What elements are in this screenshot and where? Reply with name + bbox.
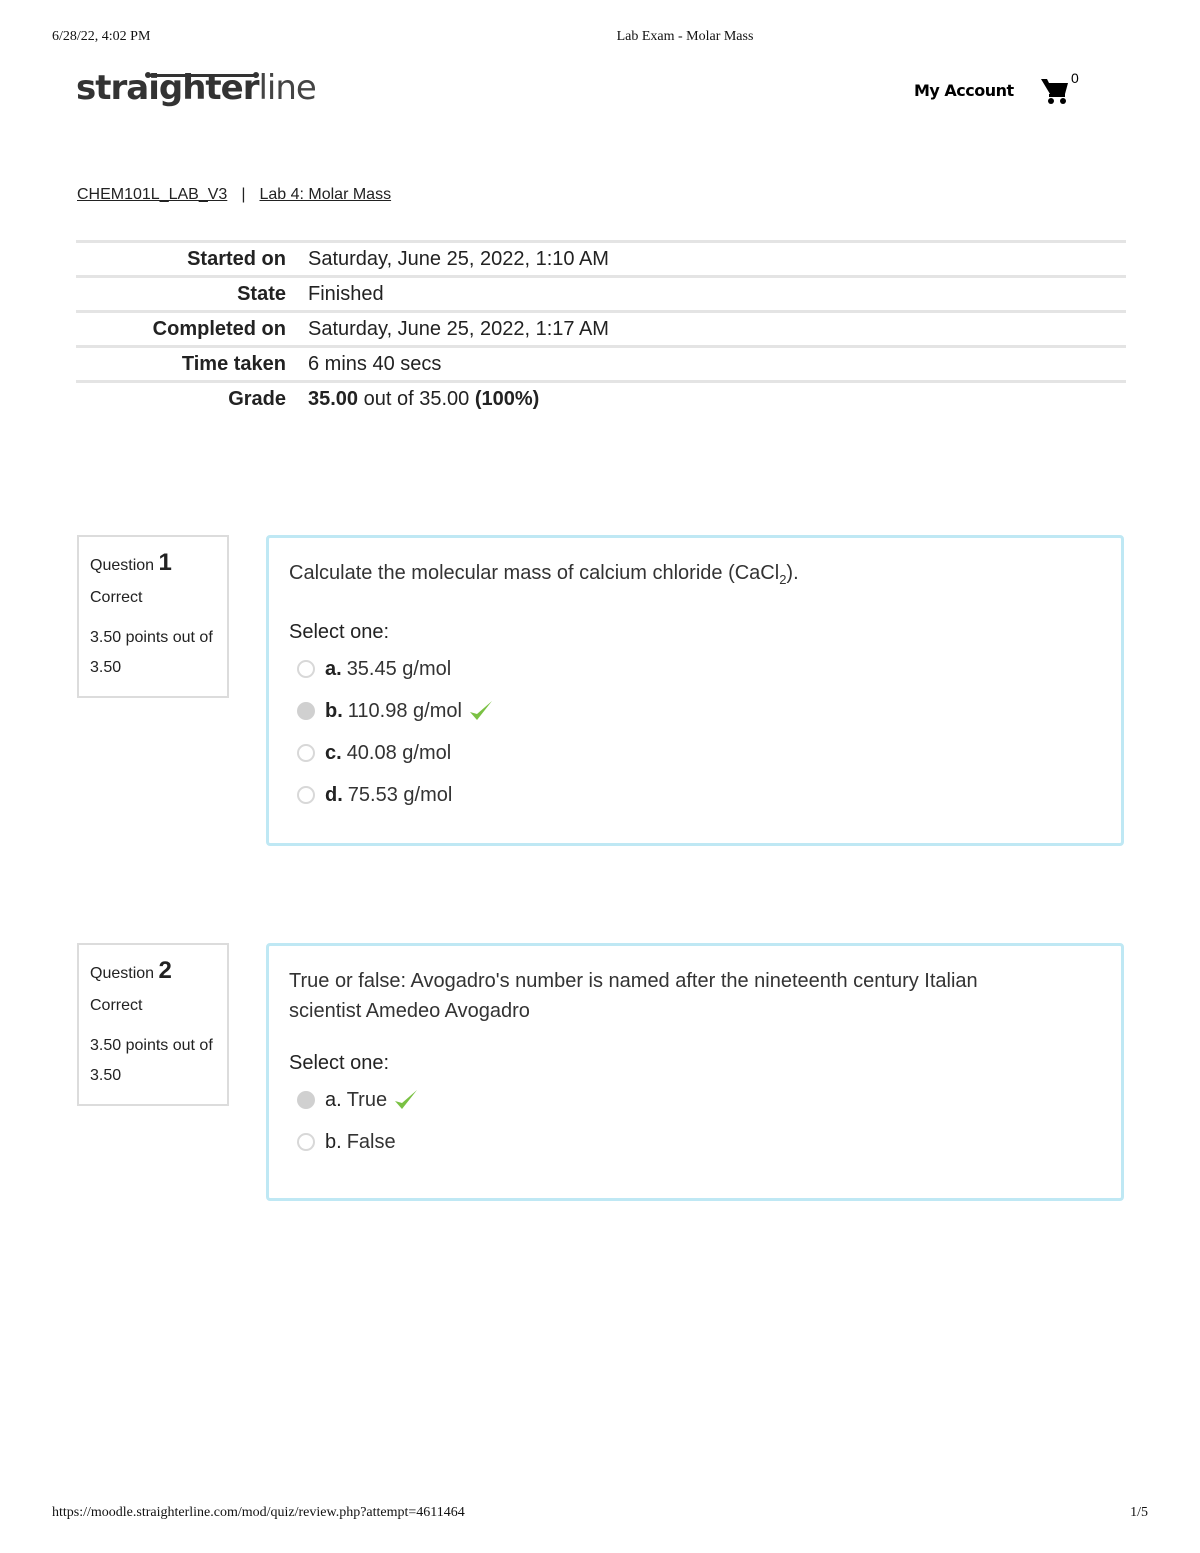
summary-label: Completed on bbox=[152, 317, 286, 340]
radio-button[interactable] bbox=[297, 786, 315, 804]
option-text: 75.53 g/mol bbox=[347, 783, 453, 806]
option-text: 35.45 g/mol bbox=[346, 657, 452, 680]
option-letter: a. bbox=[325, 1088, 342, 1111]
summary-label: Grade bbox=[228, 388, 286, 411]
question-number-value: 1 bbox=[158, 549, 172, 576]
option-letter: c. bbox=[325, 741, 342, 764]
print-title: Lab Exam - Molar Mass bbox=[616, 29, 754, 44]
print-url: https://moodle.straighterline.com/mod/qu… bbox=[52, 1505, 465, 1520]
summary-row-time-taken: Time taken 6 mins 40 secs bbox=[76, 346, 1126, 382]
question-number: Question 2 bbox=[90, 957, 227, 985]
question-number: Question 1 bbox=[90, 549, 227, 577]
option-text: False bbox=[346, 1130, 396, 1153]
radio-button[interactable] bbox=[297, 660, 315, 678]
summary-value: 6 mins 40 secs bbox=[308, 352, 442, 375]
summary-row-completed: Completed on Saturday, June 25, 2022, 1:… bbox=[76, 311, 1126, 347]
question-prefix: Question bbox=[90, 965, 159, 982]
answer-option-a[interactable]: a. 35.45 g/mol bbox=[297, 648, 1101, 690]
question-text: True or false: Avogadro's number is name… bbox=[289, 970, 978, 1022]
answer-option-b[interactable]: b. 110.98 g/mol bbox=[297, 690, 1101, 732]
summary-row-started: Started on Saturday, June 25, 2022, 1:10… bbox=[76, 241, 1126, 277]
logo-text-light: line bbox=[258, 68, 316, 108]
cart-count-badge: 0 bbox=[1071, 70, 1079, 86]
question-number-value: 2 bbox=[158, 957, 172, 984]
logo-text-bold: straighter bbox=[76, 68, 259, 108]
question-1-info: Question 1 Correct 3.50 points out of 3.… bbox=[77, 535, 229, 698]
radio-button[interactable] bbox=[297, 1133, 315, 1151]
summary-row-grade: Grade 35.00 out of 35.00 (100%) bbox=[76, 381, 1126, 417]
answer-option-b[interactable]: b. False bbox=[297, 1121, 1101, 1163]
option-text: 40.08 g/mol bbox=[346, 741, 452, 764]
grade-percent: (100%) bbox=[474, 388, 540, 411]
answer-option-d[interactable]: d. 75.53 g/mol bbox=[297, 774, 1101, 816]
summary-value: Saturday, June 25, 2022, 1:10 AM bbox=[308, 247, 609, 270]
radio-button-checked[interactable] bbox=[297, 702, 315, 720]
breadcrumb-lab-link[interactable]: Lab 4: Molar Mass bbox=[259, 186, 391, 203]
question-prefix: Question bbox=[90, 557, 159, 574]
summary-value: Saturday, June 25, 2022, 1:17 AM bbox=[308, 317, 609, 340]
grade-score: 35.00 bbox=[308, 388, 359, 411]
question-text-end: ). bbox=[786, 562, 799, 584]
summary-label: Time taken bbox=[181, 352, 286, 375]
summary-label: State bbox=[237, 282, 286, 305]
select-one-label: Select one: bbox=[289, 1052, 390, 1074]
question-grade: 3.50 points out of 3.50 bbox=[90, 1037, 213, 1084]
question-text: Calculate the molecular mass of calcium … bbox=[289, 558, 1101, 595]
print-page-number: 1/5 bbox=[1130, 1505, 1148, 1520]
summary-value: Finished bbox=[308, 282, 384, 305]
correct-check-icon bbox=[395, 1090, 418, 1109]
option-letter: b. bbox=[325, 699, 343, 722]
option-letter: a. bbox=[325, 657, 342, 680]
answer-option-a[interactable]: a. True bbox=[297, 1079, 1101, 1121]
answer-options: a. 35.45 g/mol b. 110.98 g/mol c. 40.08 … bbox=[289, 648, 1101, 816]
question-2-content: True or false: Avogadro's number is name… bbox=[266, 943, 1124, 1201]
question-1-content: Calculate the molecular mass of calcium … bbox=[266, 535, 1124, 846]
my-account-link[interactable]: My Account bbox=[914, 81, 1014, 100]
summary-row-state: State Finished bbox=[76, 276, 1126, 312]
option-text: True bbox=[346, 1088, 388, 1111]
question-2-info: Question 2 Correct 3.50 points out of 3.… bbox=[77, 943, 229, 1106]
breadcrumb: CHEM101L_LAB_V3 | Lab 4: Molar Mass bbox=[77, 186, 391, 204]
question-state: Correct bbox=[90, 997, 143, 1014]
breadcrumb-separator: | bbox=[241, 186, 246, 203]
radio-button[interactable] bbox=[297, 744, 315, 762]
select-one-label: Select one: bbox=[289, 621, 390, 643]
answer-option-c[interactable]: c. 40.08 g/mol bbox=[297, 732, 1101, 774]
answer-options: a. True b. False bbox=[289, 1079, 1101, 1163]
radio-button-checked[interactable] bbox=[297, 1091, 315, 1109]
question-text-main: Calculate the molecular mass of calcium … bbox=[289, 562, 780, 584]
option-letter: d. bbox=[325, 783, 343, 806]
question-grade: 3.50 points out of 3.50 bbox=[90, 629, 213, 676]
straighterline-logo[interactable]: straighterline bbox=[76, 68, 317, 108]
option-text: 110.98 g/mol bbox=[347, 699, 462, 722]
attempt-summary-table: Started on Saturday, June 25, 2022, 1:10… bbox=[76, 240, 1126, 417]
summary-value: 35.00 out of 35.00 (100%) bbox=[298, 382, 1126, 417]
breadcrumb-course-link[interactable]: CHEM101L_LAB_V3 bbox=[77, 186, 227, 203]
question-state: Correct bbox=[90, 589, 143, 606]
correct-check-icon bbox=[469, 701, 492, 720]
summary-label: Started on bbox=[187, 247, 286, 270]
cart-icon[interactable] bbox=[1040, 76, 1070, 106]
option-letter: b. bbox=[325, 1130, 342, 1153]
grade-out-of: out of 35.00 bbox=[358, 388, 475, 411]
